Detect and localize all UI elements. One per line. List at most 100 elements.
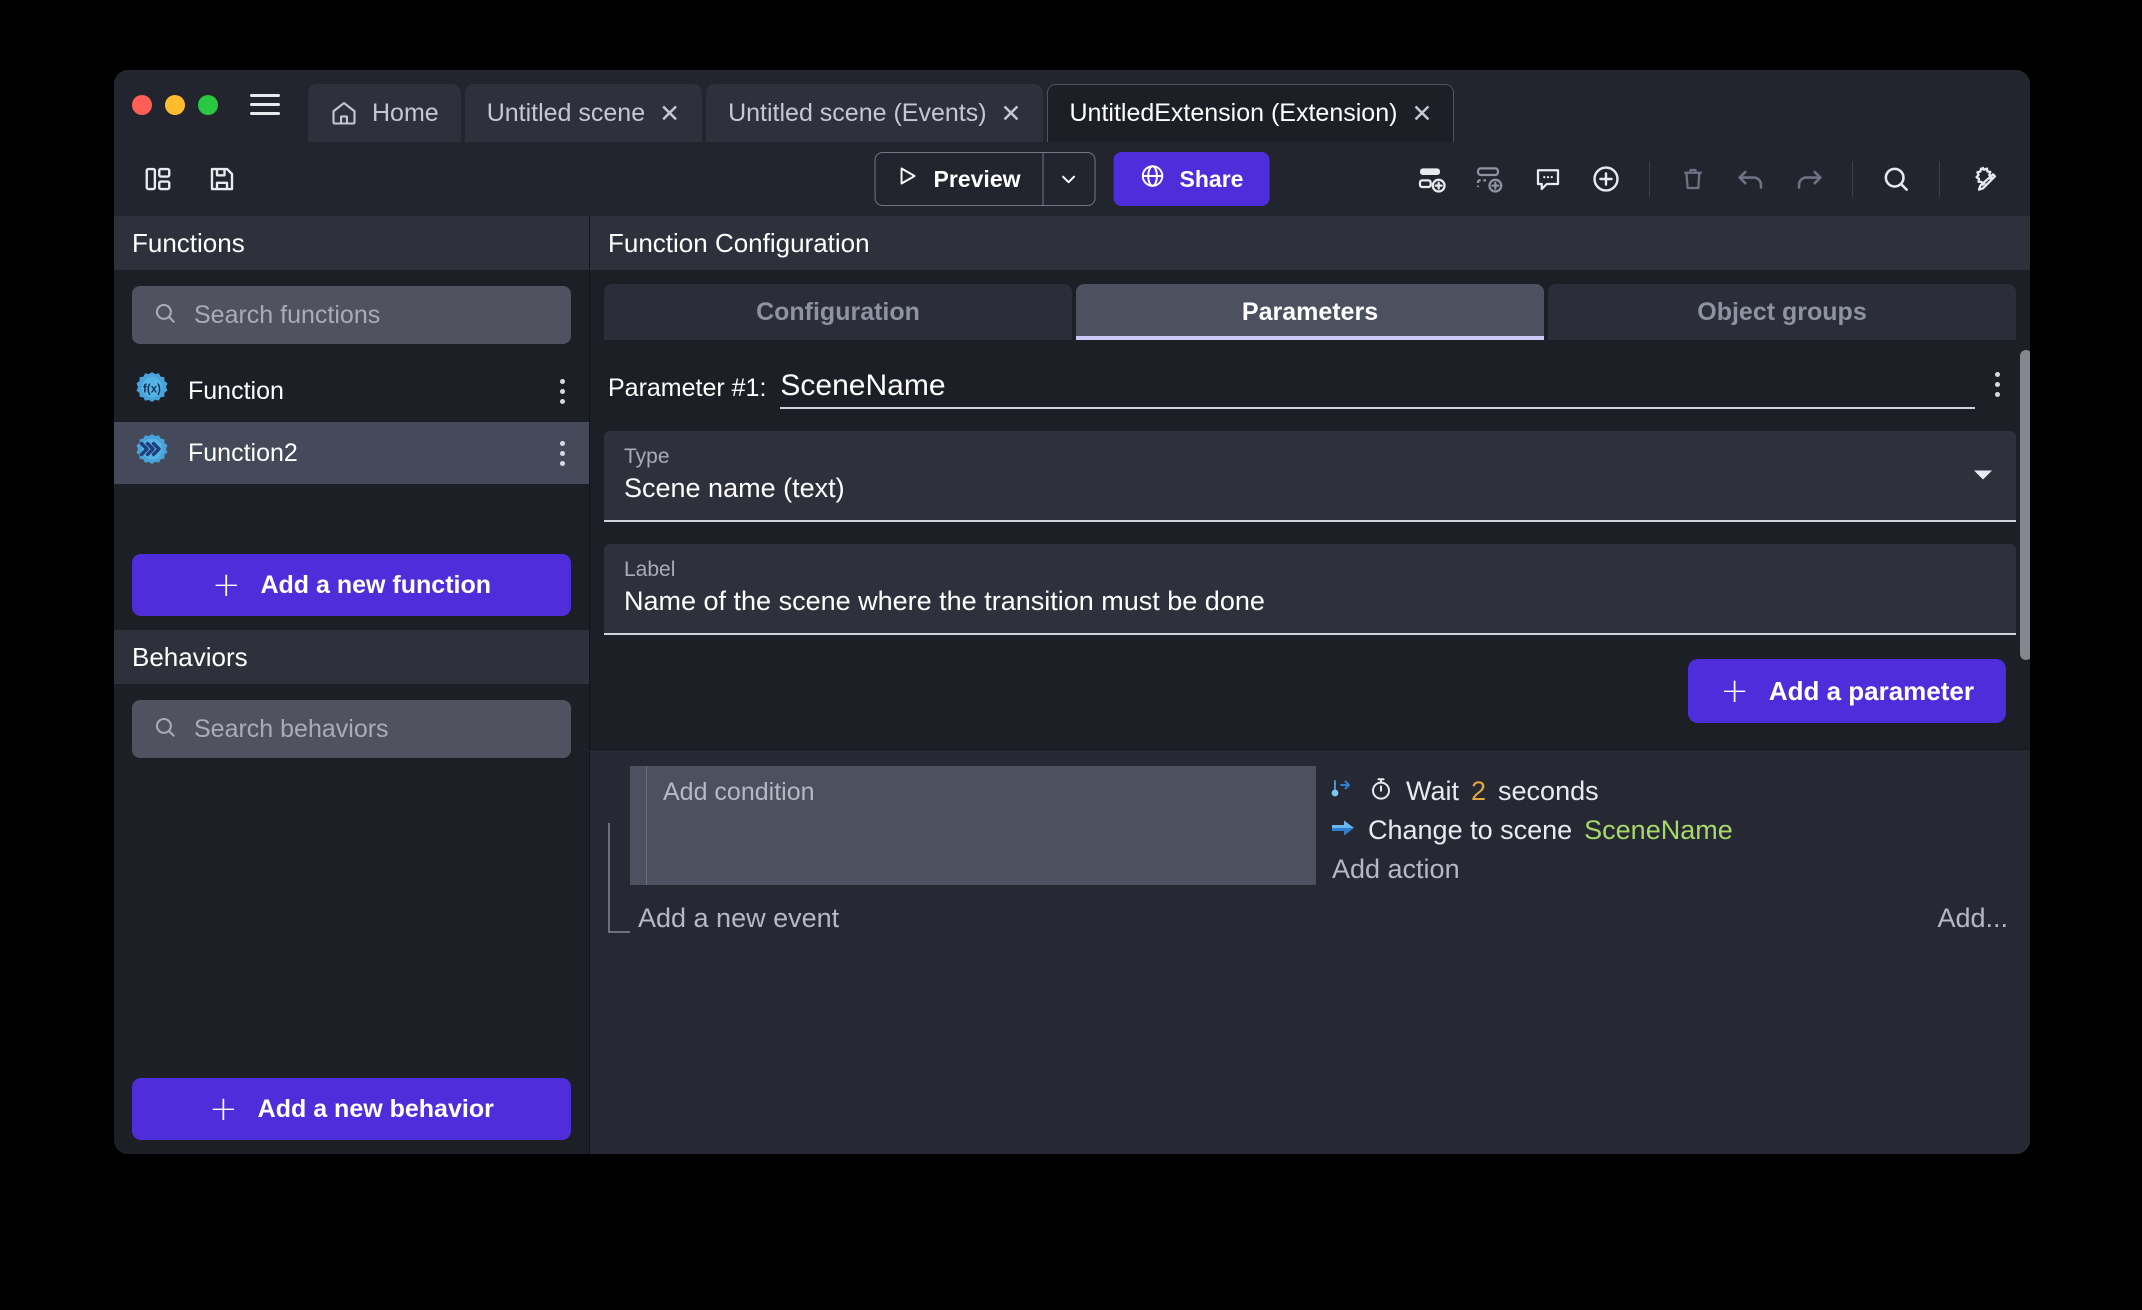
tab-untitled-extension[interactable]: UntitledExtension (Extension) ✕ (1047, 84, 1454, 142)
preview-button-group: Preview (875, 152, 1096, 206)
function-options-icon[interactable] (554, 435, 571, 472)
tab-untitled-scene-events[interactable]: Untitled scene (Events) ✕ (706, 84, 1043, 142)
add-object-icon[interactable] (1407, 154, 1457, 204)
function-options-icon[interactable] (554, 373, 571, 410)
minimize-window-button[interactable] (165, 95, 185, 115)
tab-configuration[interactable]: Configuration (604, 284, 1072, 340)
panel-title-label: Functions (132, 228, 245, 259)
parameter-options-icon[interactable] (1989, 366, 2006, 409)
event-handle[interactable] (630, 766, 646, 885)
caret-down-icon[interactable] (1972, 464, 1994, 487)
search-placeholder: Search behaviors (194, 715, 389, 744)
play-icon (896, 164, 920, 194)
preview-options-button[interactable] (1043, 153, 1095, 205)
main-toolbar: Preview Share (114, 142, 2030, 216)
maximize-window-button[interactable] (198, 95, 218, 115)
search-behaviors-input[interactable]: Search behaviors (132, 700, 571, 758)
title-bar: Home Untitled scene ✕ Untitled scene (Ev… (114, 70, 2030, 142)
save-icon[interactable] (200, 157, 244, 201)
parameter-type-select[interactable]: Type Scene name (text) (604, 431, 2016, 522)
action-wait[interactable]: Wait 2 seconds (1330, 776, 2030, 807)
add-new-function-button[interactable]: + Add a new function (132, 554, 571, 616)
search-placeholder: Search functions (194, 301, 380, 330)
action-change-scene-label: Change to scene (1368, 815, 1572, 846)
panel-title-label: Behaviors (132, 642, 248, 673)
add-action-label[interactable]: Add action (1330, 854, 2030, 885)
share-button[interactable]: Share (1114, 152, 1270, 206)
close-icon[interactable]: ✕ (659, 101, 680, 126)
parameters-area: Parameter #1: SceneName Type Scene name … (590, 340, 2030, 749)
label-field-label: Label (624, 558, 1996, 582)
add-new-event-row: Add a new event Add... (590, 885, 2030, 934)
add-circle-icon[interactable] (1581, 154, 1631, 204)
tab-label: Configuration (756, 298, 920, 327)
comment-icon[interactable] (1523, 154, 1573, 204)
function-name-label: Function (188, 377, 538, 406)
svg-text:f(x): f(x) (143, 383, 161, 395)
close-window-button[interactable] (132, 95, 152, 115)
hamburger-menu-icon[interactable] (244, 70, 286, 142)
function-list-item[interactable]: Function2 (114, 422, 589, 484)
redo-icon[interactable] (1784, 154, 1834, 204)
behaviors-list-empty (114, 774, 589, 1064)
tab-bar: Home Untitled scene ✕ Untitled scene (Ev… (308, 70, 1458, 142)
search-icon[interactable] (1871, 154, 1921, 204)
search-functions-input[interactable]: Search functions (132, 286, 571, 344)
plus-icon: + (212, 568, 241, 602)
close-icon[interactable]: ✕ (1001, 101, 1022, 126)
toolbar-divider (1649, 161, 1650, 197)
tab-label: Untitled scene (487, 99, 645, 128)
add-instance-icon[interactable] (1465, 154, 1515, 204)
tab-label: Object groups (1697, 298, 1866, 327)
layout-panels-icon[interactable] (136, 157, 180, 201)
event-tree-connector (608, 823, 630, 933)
tab-untitled-scene[interactable]: Untitled scene ✕ (465, 84, 702, 142)
plus-icon: + (209, 1092, 238, 1126)
add-parameter-button[interactable]: + Add a parameter (1688, 659, 2006, 723)
tab-parameters[interactable]: Parameters (1076, 284, 1544, 340)
function-fx-gear-icon: f(x) (132, 369, 172, 414)
add-new-event-label[interactable]: Add a new event (638, 903, 839, 934)
app-body: Functions Search functions f(x) (114, 216, 2030, 1154)
tab-label: UntitledExtension (Extension) (1069, 99, 1397, 128)
functions-list-empty-space (114, 484, 589, 540)
configuration-tabs: Configuration Parameters Object groups (604, 284, 2016, 340)
parameter-title-row: Parameter #1: SceneName (604, 340, 2016, 409)
preview-label: Preview (934, 166, 1021, 193)
parameter-name-value: SceneName (780, 369, 945, 402)
function-list-item[interactable]: f(x) Function (114, 360, 589, 422)
event-row: Add condition (590, 766, 2030, 885)
conditions-column[interactable]: Add condition (646, 766, 1316, 885)
action-wait-value[interactable]: 2 (1471, 776, 1486, 807)
tab-label: Untitled scene (Events) (728, 99, 986, 128)
edit-extension-icon[interactable] (1958, 154, 2008, 204)
add-new-behavior-button[interactable]: + Add a new behavior (132, 1078, 571, 1140)
action-change-scene-parameter[interactable]: SceneName (1584, 815, 1733, 846)
add-parameter-label: Add a parameter (1769, 676, 1974, 707)
home-icon (330, 99, 358, 127)
parameters-scrollbar[interactable] (2020, 350, 2030, 660)
panel-title-label: Function Configuration (608, 228, 870, 259)
add-parameter-row: + Add a parameter (604, 635, 2016, 749)
parameter-index-label: Parameter #1: (608, 374, 766, 409)
toolbar-right-group (1407, 154, 2008, 204)
parameter-name-input[interactable]: SceneName (780, 369, 1975, 409)
stopwatch-icon (1368, 776, 1394, 807)
preview-button[interactable]: Preview (876, 153, 1043, 205)
tab-home[interactable]: Home (308, 84, 461, 142)
tab-label: Home (372, 99, 439, 128)
tab-object-groups[interactable]: Object groups (1548, 284, 2016, 340)
function-configuration-title: Function Configuration (590, 216, 2030, 270)
parameter-label-input[interactable]: Label Name of the scene where the transi… (604, 544, 2016, 635)
function-configuration-panel: Function Configuration Configuration Par… (590, 216, 2030, 749)
toolbar-divider (1939, 161, 1940, 197)
action-change-scene[interactable]: Change to scene SceneName (1330, 815, 2030, 846)
trash-icon[interactable] (1668, 154, 1718, 204)
close-icon[interactable]: ✕ (1411, 101, 1432, 126)
search-icon (152, 300, 178, 331)
wait-icon (1330, 776, 1356, 807)
label-field-value: Name of the scene where the transition m… (624, 586, 1996, 617)
add-more-label[interactable]: Add... (1937, 903, 2008, 934)
undo-icon[interactable] (1726, 154, 1776, 204)
function-name-label: Function2 (188, 439, 538, 468)
